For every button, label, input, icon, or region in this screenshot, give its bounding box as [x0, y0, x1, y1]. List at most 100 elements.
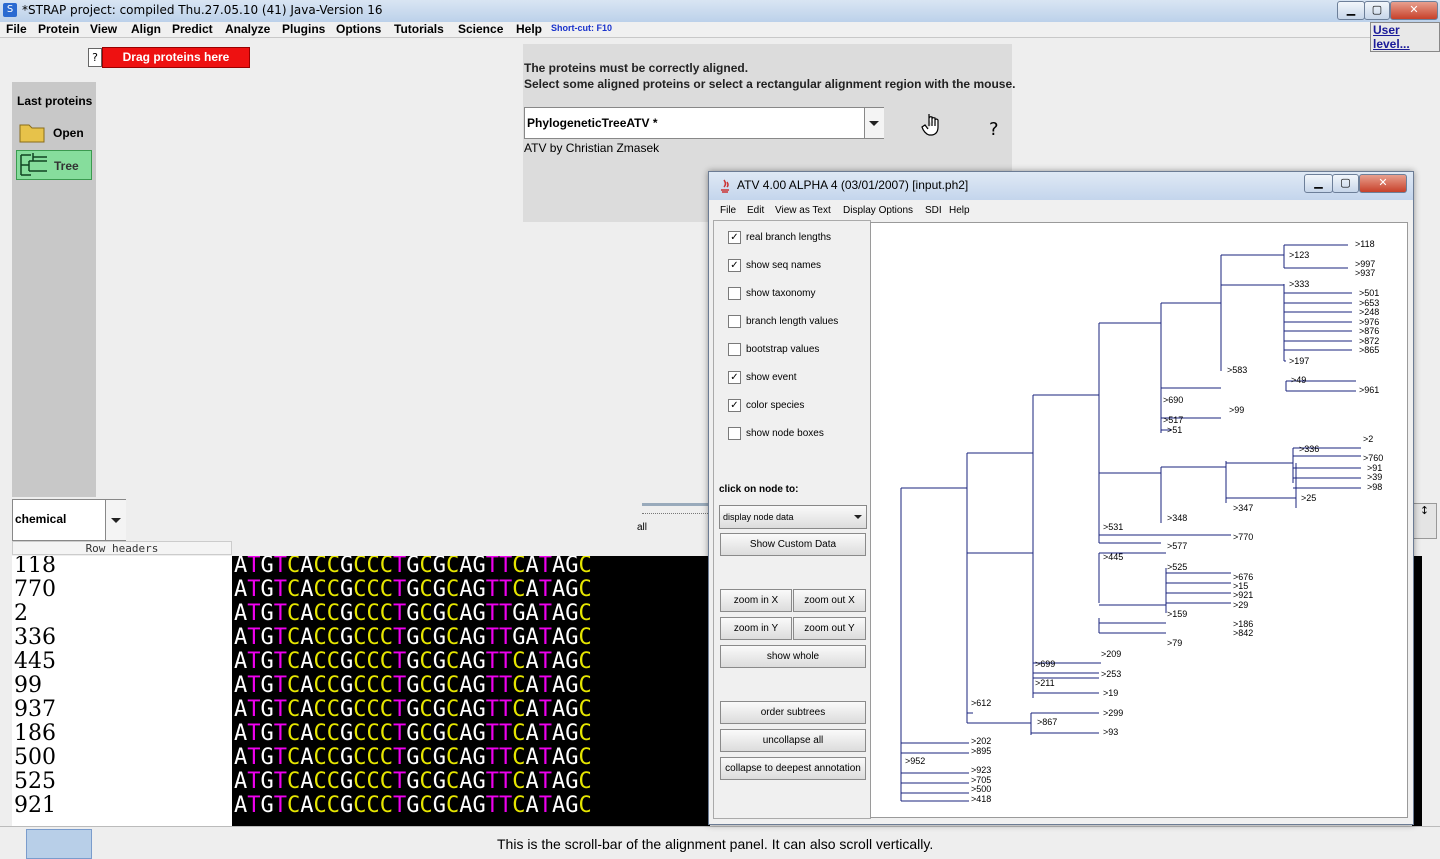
tree-node-label[interactable]: >99: [1229, 405, 1244, 415]
color-scheme-arrow[interactable]: [105, 500, 126, 540]
tree-node-label[interactable]: >961: [1359, 385, 1379, 395]
tree-node-label[interactable]: >952: [905, 756, 925, 766]
tree-node-label[interactable]: >577: [1167, 541, 1187, 551]
menu-plugins[interactable]: Plugins: [282, 22, 325, 36]
sequence-row[interactable]: ATGTCACCGCCCTGCGCAGTTCATAGC: [234, 794, 592, 818]
atv-close-button[interactable]: ✕: [1359, 174, 1407, 193]
tree-node-label[interactable]: >202: [971, 736, 991, 746]
click-action-select[interactable]: display node data: [719, 505, 867, 529]
plugin-select[interactable]: PhylogeneticTreeATV *: [524, 107, 884, 139]
color-scheme-select[interactable]: chemical: [12, 499, 126, 541]
menu-predict[interactable]: Predict: [172, 22, 213, 36]
tree-node-label[interactable]: >501: [1359, 288, 1379, 298]
sequence-row[interactable]: ATGTCACCGCCCTGCGCAGTTCATAGC: [234, 746, 592, 770]
row-header[interactable]: 500: [14, 746, 56, 770]
atv-menu-sdi[interactable]: SDI: [925, 205, 942, 216]
sequence-row[interactable]: ATGTCACCGCCCTGCGCAGTTGATAGC: [234, 602, 592, 626]
tree-node-label[interactable]: >923: [971, 765, 991, 775]
menu-tutorials[interactable]: Tutorials: [394, 22, 444, 36]
tree-node-label[interactable]: >770: [1233, 532, 1253, 542]
row-header[interactable]: 186: [14, 722, 56, 746]
close-button[interactable]: ✕: [1390, 1, 1438, 20]
checkbox-show-node-boxes[interactable]: show node boxes: [728, 427, 824, 440]
checkbox-show-taxonomy[interactable]: show taxonomy: [728, 287, 815, 300]
row-header[interactable]: 770: [14, 578, 56, 602]
tree-node-label[interactable]: >517: [1163, 415, 1183, 425]
tree-node-label[interactable]: >209: [1101, 649, 1121, 659]
tree-node-label[interactable]: >19: [1103, 688, 1118, 698]
sequence-row[interactable]: ATGTCACCGCCCTGCGCAGTTCATAGC: [234, 650, 592, 674]
tree-node-label[interactable]: >865: [1359, 345, 1379, 355]
tree-node-label[interactable]: >867: [1037, 717, 1057, 727]
tree-node-label[interactable]: >921: [1233, 590, 1253, 600]
row-header[interactable]: 2: [14, 602, 28, 626]
tree-node-label[interactable]: >248: [1359, 307, 1379, 317]
atv-menu-display-options[interactable]: Display Options: [843, 205, 913, 216]
tree-node-label[interactable]: >51: [1167, 425, 1182, 435]
tree-node-label[interactable]: >159: [1167, 609, 1187, 619]
menu-file[interactable]: File: [6, 22, 27, 36]
tree-node-label[interactable]: >123: [1289, 250, 1309, 260]
uncollapse-all-button[interactable]: uncollapse all: [720, 729, 866, 752]
tree-node-label[interactable]: >937: [1355, 268, 1375, 278]
maximize-button[interactable]: ▢: [1364, 1, 1390, 20]
tree-node-label[interactable]: >895: [971, 746, 991, 756]
tree-node-label[interactable]: >29: [1233, 600, 1248, 610]
row-header[interactable]: 118: [14, 556, 56, 578]
sequence-row[interactable]: ATGTCACCGCCCTGCGCAGTTGATAGC: [234, 626, 592, 650]
menu-help[interactable]: Help: [516, 22, 542, 36]
collapse-deepest-button[interactable]: collapse to deepest annotation: [720, 757, 866, 780]
tree-node-label[interactable]: >842: [1233, 628, 1253, 638]
tree-node-label[interactable]: >445: [1103, 552, 1123, 562]
sequence-row[interactable]: ATGTCACCGCCCTGCGCAGTTCATAGC: [234, 770, 592, 794]
tree-node-label[interactable]: >525: [1167, 562, 1187, 572]
plugin-help-button[interactable]: ?: [989, 119, 999, 140]
sequence-row[interactable]: ATGTCACCGCCCTGCGCAGTTCATAGC: [234, 556, 592, 578]
row-header[interactable]: 937: [14, 698, 56, 722]
tree-node-label[interactable]: >98: [1367, 482, 1382, 492]
atv-menu-file[interactable]: File: [720, 205, 736, 216]
row-header[interactable]: 99: [14, 674, 42, 698]
tree-node-label[interactable]: >211: [1035, 678, 1055, 688]
tree-node-label[interactable]: >348: [1167, 513, 1187, 523]
tree-node-label[interactable]: >25: [1301, 493, 1316, 503]
open-item[interactable]: Open: [16, 119, 92, 147]
tree-item[interactable]: Tree: [16, 150, 92, 180]
sequence-row[interactable]: ATGTCACCGCCCTGCGCAGTTCATAGC: [234, 578, 592, 602]
tree-panel[interactable]: >118 >123 >997 >937 >333 >501 >653 >248 >976 >876…: [870, 222, 1408, 818]
row-header[interactable]: 445: [14, 650, 56, 674]
plugin-select-arrow[interactable]: [864, 108, 884, 138]
minimize-button[interactable]: ▁: [1337, 1, 1365, 20]
menu-align[interactable]: Align: [131, 22, 161, 36]
show-whole-button[interactable]: show whole: [720, 645, 866, 668]
tree-node-label[interactable]: >699: [1035, 659, 1055, 669]
tree-node-label[interactable]: >49: [1291, 375, 1306, 385]
tree-node-label[interactable]: >612: [971, 698, 991, 708]
drag-proteins-target[interactable]: Drag proteins here: [102, 47, 250, 68]
phylogenetic-tree[interactable]: >118>123>997>937>333>501>653>248>976>876…: [871, 223, 1407, 817]
hand-pointer-icon[interactable]: [921, 111, 945, 137]
tree-node-label[interactable]: >118: [1355, 239, 1375, 249]
tree-node-label[interactable]: >583: [1227, 365, 1247, 375]
row-header[interactable]: 525: [14, 770, 56, 794]
tree-node-label[interactable]: >197: [1289, 356, 1309, 366]
tree-node-label[interactable]: >876: [1359, 326, 1379, 336]
vertical-scroll-arrows[interactable]: ↕: [1412, 503, 1437, 539]
alignment-panel[interactable]: ATGTCACCGCCCTGCGCAGTTCATAGC ATGTCACCGCCCT…: [232, 556, 710, 826]
show-custom-data-button[interactable]: Show Custom Data: [720, 533, 866, 556]
zoom-out-x-button[interactable]: zoom out X: [793, 589, 866, 612]
tree-node-label[interactable]: >333: [1289, 279, 1309, 289]
atv-maximize-button[interactable]: ▢: [1332, 174, 1359, 193]
menu-analyze[interactable]: Analyze: [225, 22, 270, 36]
menu-science[interactable]: Science: [458, 22, 503, 36]
row-header[interactable]: 336: [14, 626, 56, 650]
tree-node-label[interactable]: >336: [1299, 444, 1319, 454]
tree-node-label[interactable]: >347: [1233, 503, 1253, 513]
tree-node-label[interactable]: >690: [1163, 395, 1183, 405]
tree-node-label[interactable]: >2: [1363, 434, 1373, 444]
horizontal-scrollbar-thumb[interactable]: [26, 829, 92, 859]
menu-view[interactable]: View: [90, 22, 117, 36]
tree-node-label[interactable]: >500: [971, 784, 991, 794]
checkbox-real-branch-lengths[interactable]: ✓ real branch lengths: [728, 231, 831, 244]
tree-node-label[interactable]: >39: [1367, 472, 1382, 482]
